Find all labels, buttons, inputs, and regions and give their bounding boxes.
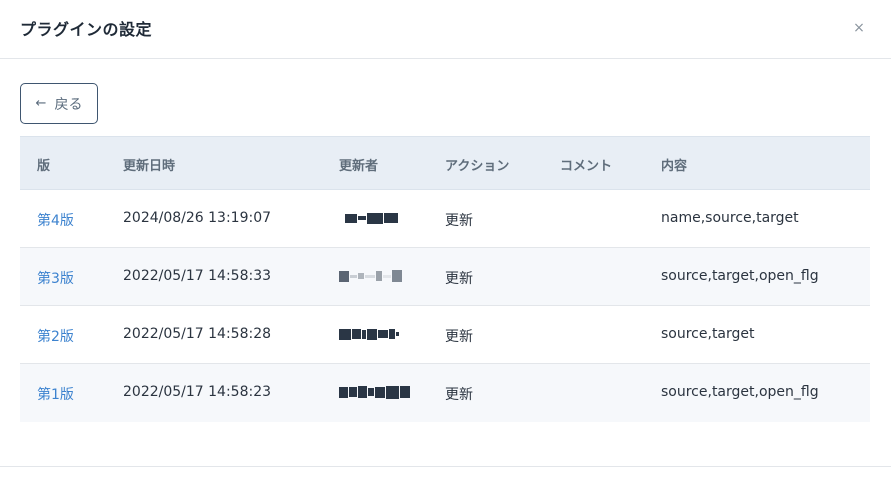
version-link[interactable]: 第3版: [37, 268, 74, 288]
updated-at-cell: 2022/05/17 14:58:33: [123, 268, 272, 284]
header-action: アクション: [445, 159, 510, 174]
back-button[interactable]: ← 戻る: [20, 83, 98, 124]
version-link[interactable]: 第1版: [37, 384, 74, 404]
action-cell: 更新: [445, 213, 473, 229]
header-comment: コメント: [560, 159, 613, 174]
content-cell: source,target,open_flg: [661, 268, 819, 284]
updated-at-cell: 2022/05/17 14:58:23: [123, 384, 272, 400]
content-cell: source,target: [661, 326, 755, 342]
header-updated-at: 更新日時: [123, 159, 176, 174]
table-row: 第3版 2022/05/17 14:58:33 更新 source,target…: [20, 248, 870, 306]
dialog-header: プラグインの設定 ×: [0, 0, 891, 59]
action-cell: 更新: [445, 329, 473, 345]
redacted-user-name: [345, 210, 398, 226]
close-icon[interactable]: ×: [849, 18, 869, 38]
version-link[interactable]: 第2版: [37, 326, 74, 346]
arrow-left-icon: ←: [35, 96, 47, 111]
updated-at-cell: 2022/05/17 14:58:28: [123, 326, 272, 342]
redacted-user-name: [339, 268, 402, 284]
table-row: 第4版 2024/08/26 13:19:07 更新 name,source,t…: [20, 190, 870, 248]
table-header: 版 更新日時 更新者 アクション コメント 内容: [20, 136, 870, 190]
redacted-user-name: [339, 326, 399, 342]
header-content: 内容: [661, 159, 688, 174]
table-row: 第1版 2022/05/17 14:58:23 更新 source,target…: [20, 364, 870, 422]
content-cell: source,target,open_flg: [661, 384, 819, 400]
updated-at-cell: 2024/08/26 13:19:07: [123, 210, 272, 226]
content-cell: name,source,target: [661, 210, 799, 226]
action-cell: 更新: [445, 271, 473, 287]
action-cell: 更新: [445, 387, 473, 403]
header-updated-by: 更新者: [339, 159, 379, 174]
history-table: 版 更新日時 更新者 アクション コメント 内容 第4版 2024/08/26 …: [20, 136, 870, 422]
back-button-label: 戻る: [54, 96, 83, 113]
redacted-user-name: [339, 384, 410, 400]
header-version: 版: [37, 159, 51, 174]
footer-divider: [0, 466, 891, 467]
version-link[interactable]: 第4版: [37, 210, 74, 230]
table-row: 第2版 2022/05/17 14:58:28 更新 source,target: [20, 306, 870, 364]
dialog-title: プラグインの設定: [20, 20, 153, 39]
